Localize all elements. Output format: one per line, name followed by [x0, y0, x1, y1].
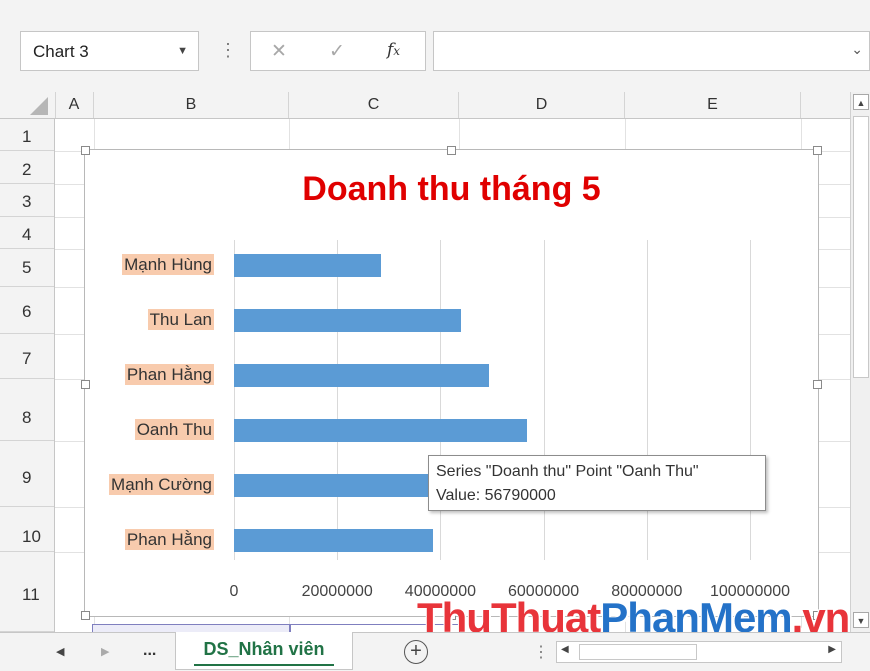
formula-input[interactable]: ⌄	[433, 31, 870, 71]
row-header-4[interactable]: 4	[0, 217, 54, 249]
resize-handle[interactable]	[81, 146, 90, 155]
row-header-5[interactable]: 5	[0, 249, 54, 287]
category-label: Phan Hằng	[124, 364, 214, 385]
sheet-tab-active[interactable]: DS_Nhân viên	[175, 632, 353, 670]
x-tick-label: 20000000	[301, 583, 373, 600]
chart-gridline	[337, 240, 339, 560]
column-headers: A B C D E	[0, 92, 850, 119]
partial-cell	[92, 624, 290, 632]
row-header-3[interactable]: 3	[0, 184, 54, 217]
column-header-b[interactable]: B	[94, 92, 289, 118]
chart-gridline	[750, 240, 751, 560]
x-tick-label: 0	[229, 583, 239, 600]
scroll-left-icon[interactable]: ◀	[561, 644, 569, 655]
row-header-7[interactable]: 7	[0, 334, 54, 379]
column-header-a[interactable]: A	[55, 92, 94, 118]
chart-gridline	[234, 240, 235, 560]
bar-1[interactable]	[234, 254, 382, 277]
tooltip-value: Value: 56790000	[436, 487, 556, 504]
row-header-2[interactable]: 2	[0, 151, 54, 184]
tooltip-series-point: Series "Doanh thu" Point "Oanh Thu"	[436, 463, 699, 480]
chart-gridline	[440, 240, 442, 560]
active-tab-underline	[194, 664, 334, 666]
sheet-tab-label: DS_Nhân viên	[203, 639, 325, 659]
select-all-icon	[30, 97, 48, 115]
insert-function-icon[interactable]: fx	[387, 40, 400, 60]
category-label: Phan Hằng	[124, 529, 214, 550]
resize-handle[interactable]	[813, 146, 822, 155]
sheet-tab-bar: ◀ ▶ ... DS_Nhân viên + ⋮ ◀ ▶	[0, 632, 870, 671]
category-label: Oanh Thu	[134, 419, 214, 440]
horizontal-scroll-thumb[interactable]	[579, 644, 697, 660]
resize-handle[interactable]	[447, 146, 456, 155]
scroll-down-icon[interactable]: ▼	[853, 612, 869, 628]
column-header-c[interactable]: C	[289, 92, 459, 118]
scroll-up-icon[interactable]: ▲	[853, 94, 869, 110]
chart-tooltip: Series "Doanh thu" Point "Oanh Thu" Valu…	[428, 455, 766, 511]
select-all-button[interactable]	[0, 92, 56, 118]
enter-icon[interactable]: ✓	[329, 40, 345, 63]
prev-sheet-icon[interactable]: ◀	[56, 645, 64, 658]
chart-gridline	[646, 240, 648, 560]
formula-buttons: ✕ ✓ fx	[250, 31, 426, 71]
bar-2[interactable]	[234, 309, 462, 332]
chart-object[interactable]: Doanh thu tháng 5 0 20000000 40000000 60000…	[81, 146, 822, 620]
tab-split-grip-icon[interactable]: ⋮	[533, 642, 549, 662]
chevron-down-icon[interactable]: ▼	[177, 45, 188, 57]
bar-4[interactable]	[234, 419, 528, 442]
row-headers: 1 2 3 4 5 6 7 8 9 10 11	[0, 119, 55, 632]
chart-title[interactable]: Doanh thu tháng 5	[85, 170, 818, 209]
resize-handle[interactable]	[81, 611, 90, 620]
add-sheet-icon[interactable]: +	[404, 640, 428, 664]
name-box[interactable]: Chart 3 ▼	[20, 31, 199, 71]
row-header-9[interactable]: 9	[0, 441, 54, 507]
row-header-8[interactable]: 8	[0, 379, 54, 441]
chart-gridline	[543, 240, 545, 560]
row-header-11[interactable]: 11	[0, 552, 54, 632]
row-header-10[interactable]: 10	[0, 507, 54, 552]
cancel-icon[interactable]: ✕	[271, 40, 287, 63]
grip-icon[interactable]: ⋮	[219, 41, 237, 59]
bar-3[interactable]	[234, 364, 490, 387]
formula-toolbar: Chart 3 ▼ ⋮ ✕ ✓ fx ⌄	[0, 0, 870, 92]
resize-handle[interactable]	[81, 380, 90, 389]
scroll-right-icon[interactable]: ▶	[828, 644, 836, 655]
more-sheets-button[interactable]: ...	[143, 642, 156, 660]
resize-handle[interactable]	[813, 380, 822, 389]
bar-5[interactable]	[234, 474, 446, 497]
vertical-scroll-thumb[interactable]	[853, 116, 869, 378]
bar-6[interactable]	[234, 529, 433, 552]
category-label: Thu Lan	[147, 309, 214, 330]
row-header-6[interactable]: 6	[0, 287, 54, 334]
category-label: Mạnh Cường	[109, 474, 214, 495]
expand-formula-icon[interactable]: ⌄	[851, 41, 863, 58]
row-header-1[interactable]: 1	[0, 119, 54, 151]
vertical-scrollbar[interactable]: ▲ ▼	[850, 92, 870, 632]
next-sheet-icon[interactable]: ▶	[101, 645, 109, 658]
category-label: Mạnh Hùng	[122, 254, 214, 275]
name-box-value: Chart 3	[33, 42, 89, 61]
column-header-d[interactable]: D	[459, 92, 625, 118]
column-header-e[interactable]: E	[625, 92, 801, 118]
horizontal-scrollbar[interactable]: ◀ ▶	[556, 641, 842, 663]
